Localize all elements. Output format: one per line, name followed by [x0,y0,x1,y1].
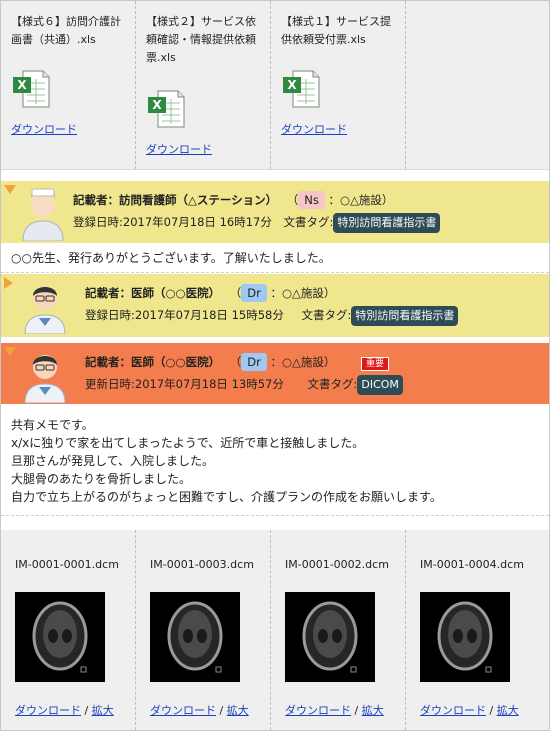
link-separator: / [351,704,362,717]
download-link[interactable]: ダウンロード [150,704,216,717]
writer-label: 記載者：医師（○○医院） [85,286,221,300]
download-link[interactable]: ダウンロード [420,704,486,717]
writer-label: 記載者：医師（○○医院） [85,355,221,369]
facility-label: ：○△施設） [270,286,336,300]
writer-label: 記載者：訪問看護師（△ステーション） [73,193,278,207]
role-badge: Dr [241,284,267,302]
download-link[interactable]: ダウンロード [146,143,212,156]
dicom-item: IM-0001-0004.dcm ダウンロード / 拡大 [406,530,541,730]
entry-header[interactable]: 記載者：医師（○○医院） （Dr ：○△施設） 重要 更新日時:2017年07月… [1,343,549,404]
date-label: 登録日時: [85,308,135,322]
body-line: 自力で立ち上がるのがちょっと困難ですし、介護プランの作成をお願いします。 [11,490,442,504]
download-link[interactable]: ダウンロード [285,704,351,717]
file-item: 【様式１】サービス提供依頼受付票.xls X ダウンロード [271,1,406,169]
open-paren: （ [229,355,242,369]
zoom-link[interactable]: 拡大 [497,704,519,717]
download-link[interactable]: ダウンロード [281,123,347,136]
body-line: 旦那さんが発見して、入院しました。 [11,454,215,468]
entry-body: ○○先生、発行ありがとうございます。了解いたしました。 [1,243,549,273]
doctor-avatar-icon [23,278,67,335]
tag-label: 文書タグ: [283,215,334,229]
open-paren: （ [229,286,242,300]
link-separator: / [486,704,497,717]
document-tag[interactable]: 特別訪問看護指示書 [351,306,459,326]
attached-files: 【様式６】訪問介護計画書（共通）.xls X ダウンロード 【様式２】サービス依… [1,1,549,170]
dicom-links: ダウンロード / 拡大 [150,702,270,718]
date-value: 2017年07月18日 16時17分 [122,215,272,229]
expand-toggle-icon[interactable] [4,277,13,289]
entry-header[interactable]: 記載者：医師（○○医院） （Dr ：○△施設） 登録日時:2017年07月18日… [1,274,549,337]
document-tag[interactable]: DICOM [357,375,403,395]
dicom-file-name: IM-0001-0002.dcm [285,558,389,571]
dicom-file-name: IM-0001-0004.dcm [420,558,524,571]
tag-label: 文書タグ: [307,377,358,391]
zoom-link[interactable]: 拡大 [227,704,249,717]
doctor-avatar-icon [23,347,67,404]
link-separator: / [216,704,227,717]
facility-label: ：○△施設） [328,193,394,207]
nurse-avatar-icon [21,181,65,242]
file-name: 【様式１】サービス提供依頼受付票.xls [281,15,391,46]
excel-file-icon[interactable]: X [11,67,51,111]
collapse-toggle-icon[interactable] [4,347,16,356]
file-item: 【様式６】訪問介護計画書（共通）.xls X ダウンロード [1,1,136,169]
body-line: 共有メモです。 [11,418,94,432]
dicom-links: ダウンロード / 拡大 [285,702,405,718]
dicom-item: IM-0001-0001.dcm ダウンロード / 拡大 [1,530,136,730]
dicom-links: ダウンロード / 拡大 [15,702,135,718]
svg-text:X: X [287,78,297,92]
body-line: ○○先生、発行ありがとうございます。了解いたしました。 [11,251,331,265]
download-link[interactable]: ダウンロード [15,704,81,717]
file-name: 【様式２】サービス依頼確認・情報提供依頼票.xls [146,15,256,64]
zoom-link[interactable]: 拡大 [362,704,384,717]
dicom-file-name: IM-0001-0001.dcm [15,558,119,571]
brain-scan-thumbnail[interactable] [150,592,240,682]
collapse-toggle-icon[interactable] [4,185,16,194]
file-item-empty [406,1,541,169]
urgent-badge: 重要 [361,357,390,371]
download-link[interactable]: ダウンロード [11,123,77,136]
role-badge: Dr [241,353,267,371]
date-value: 2017年07月18日 13時57分 [134,377,284,391]
body-line: 大腿骨のあたりを骨折しました。 [11,472,192,486]
entry-meta: 記載者：医師（○○医院） （Dr ：○△施設） 重要 更新日時:2017年07月… [85,343,403,395]
dicom-item: IM-0001-0002.dcm ダウンロード / 拡大 [271,530,406,730]
facility-label: ：○△施設） [270,355,336,369]
open-paren: （ [286,193,299,207]
link-separator: / [81,704,92,717]
entry-body: 共有メモです。 x/xに独りで家を出てしまったようで、近所で車と接触しました。 … [1,404,549,516]
entry-meta: 記載者：訪問看護師（△ステーション） （Ns ：○△施設） 登録日時:2017年… [73,181,441,233]
date-label: 登録日時: [73,215,123,229]
brain-scan-thumbnail[interactable] [15,592,105,682]
zoom-link[interactable]: 拡大 [92,704,114,717]
body-line: x/xに独りで家を出てしまったようで、近所で車と接触しました。 [11,436,365,450]
excel-file-icon[interactable]: X [146,87,186,131]
dicom-links: ダウンロード / 拡大 [420,702,541,718]
document-panel: 【様式６】訪問介護計画書（共通）.xls X ダウンロード 【様式２】サービス依… [0,0,550,731]
brain-scan-thumbnail[interactable] [285,592,375,682]
date-label: 更新日時: [85,377,135,391]
document-tag[interactable]: 特別訪問看護指示書 [333,213,441,233]
dicom-file-name: IM-0001-0003.dcm [150,558,254,571]
entry-meta: 記載者：医師（○○医院） （Dr ：○△施設） 登録日時:2017年07月18日… [85,274,459,326]
svg-text:X: X [17,78,27,92]
file-item: 【様式２】サービス依頼確認・情報提供依頼票.xls X ダウンロード [136,1,271,169]
dicom-item: IM-0001-0003.dcm ダウンロード / 拡大 [136,530,271,730]
file-name: 【様式６】訪問介護計画書（共通）.xls [11,15,121,46]
role-badge: Ns [298,191,325,209]
svg-text:X: X [152,98,162,112]
brain-scan-thumbnail[interactable] [420,592,510,682]
date-value: 2017年07月18日 15時58分 [134,308,284,322]
entry-header[interactable]: 記載者：訪問看護師（△ステーション） （Ns ：○△施設） 登録日時:2017年… [1,181,549,243]
excel-file-icon[interactable]: X [281,67,321,111]
tag-label: 文書タグ: [301,308,352,322]
dicom-images: IM-0001-0001.dcm ダウンロード / 拡大 IM-0001-000… [1,530,549,730]
